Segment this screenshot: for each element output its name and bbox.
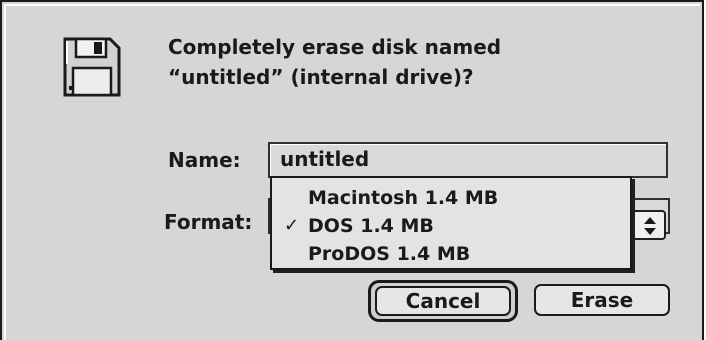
- menu-item-dos[interactable]: ✓ DOS 1.4 MB: [272, 212, 630, 240]
- updown-arrows-icon[interactable]: [632, 210, 666, 240]
- name-label: Name:: [168, 148, 241, 172]
- menu-item-label: ProDOS 1.4 MB: [308, 243, 471, 265]
- erase-button[interactable]: Erase: [534, 284, 670, 316]
- menu-item-label: DOS 1.4 MB: [308, 215, 434, 237]
- message-line-2: “untitled” (internal drive)?: [168, 65, 474, 89]
- dialog-message: Completely erase disk named “untitled” (…: [168, 32, 648, 92]
- menu-item-prodos[interactable]: ProDOS 1.4 MB: [272, 240, 630, 268]
- name-input[interactable]: untitled: [268, 142, 668, 178]
- floppy-disk-icon: [63, 37, 121, 97]
- menu-item-macintosh[interactable]: Macintosh 1.4 MB: [272, 184, 630, 212]
- format-label: Format:: [164, 210, 253, 234]
- cancel-button[interactable]: Cancel: [375, 286, 511, 316]
- format-menu: Macintosh 1.4 MB ✓ DOS 1.4 MB ProDOS 1.4…: [270, 176, 632, 270]
- erase-disk-dialog: Completely erase disk named “untitled” (…: [0, 0, 704, 340]
- checkmark-icon: ✓: [284, 215, 300, 236]
- message-line-1: Completely erase disk named: [168, 35, 502, 59]
- menu-item-label: Macintosh 1.4 MB: [308, 187, 499, 209]
